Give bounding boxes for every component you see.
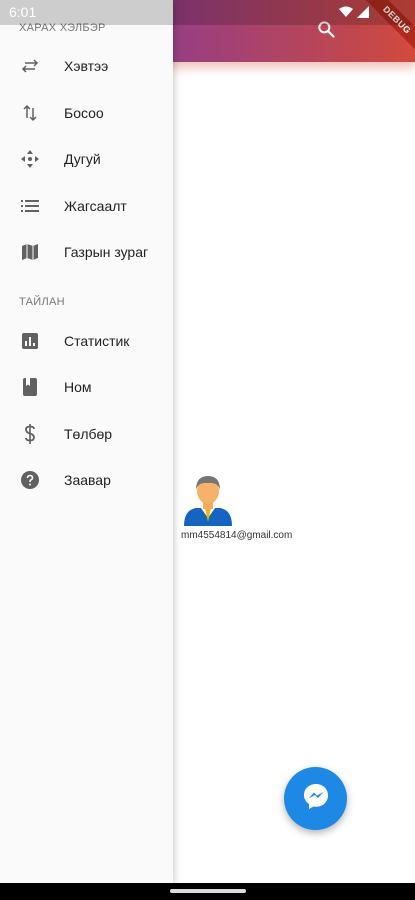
drawer-item-label: Жагсаалт <box>64 198 127 214</box>
drawer-item-list[interactable]: Жагсаалт <box>0 183 173 229</box>
move-arrows-icon <box>20 149 40 169</box>
drawer-item-label: Хэвтээ <box>64 58 109 74</box>
map-icon <box>20 242 40 262</box>
avatar <box>182 472 234 526</box>
drawer-item-label: Босоо <box>64 105 104 121</box>
drawer-item-book[interactable]: Ном <box>0 364 173 410</box>
contact-email: mm4554814@gmail.com <box>181 530 293 541</box>
drawer-item-circle[interactable]: Дугуй <box>0 136 173 182</box>
wifi-icon <box>339 5 353 23</box>
drawer-item-help[interactable]: Заавар <box>0 457 173 503</box>
section-header-report: ТАЙЛАН <box>19 296 65 308</box>
help-icon <box>20 470 40 490</box>
status-time: 6:01 <box>9 4 37 20</box>
home-indicator[interactable] <box>170 889 246 893</box>
drawer-item-label: Төлбөр <box>64 426 113 442</box>
messenger-button[interactable] <box>284 767 347 830</box>
drawer-item-label: Ном <box>64 379 92 395</box>
drawer-item-label: Статистик <box>64 333 130 349</box>
status-bar: 6:01 <box>0 0 415 25</box>
status-icons <box>339 5 369 23</box>
navigation-drawer: ХАРАХ ХЭЛБЭР Хэвтээ Босоо Дугуй Жагсаалт… <box>0 0 173 883</box>
list-icon <box>20 196 40 216</box>
drawer-item-vertical[interactable]: Босоо <box>0 90 173 136</box>
dollar-icon <box>20 424 40 444</box>
messenger-icon <box>301 781 331 816</box>
system-nav-bar <box>0 883 415 900</box>
bar-chart-icon <box>20 331 40 351</box>
drawer-item-statistics[interactable]: Статистик <box>0 318 173 364</box>
drawer-item-horizontal[interactable]: Хэвтээ <box>0 43 173 89</box>
drawer-item-map[interactable]: Газрын зураг <box>0 229 173 275</box>
drawer-item-payment[interactable]: Төлбөр <box>0 411 173 457</box>
swap-vert-icon <box>20 103 40 123</box>
drawer-item-label: Заавар <box>64 472 111 488</box>
book-icon <box>20 377 40 397</box>
drawer-item-label: Дугуй <box>64 151 101 167</box>
signal-icon <box>357 5 369 23</box>
drawer-item-label: Газрын зураг <box>64 244 149 260</box>
swap-horiz-icon <box>20 56 40 76</box>
